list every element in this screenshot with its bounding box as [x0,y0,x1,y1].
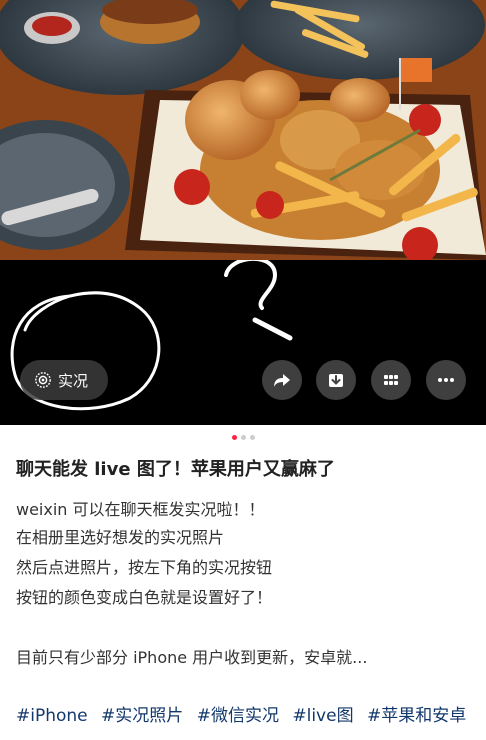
post-body-line: 目前只有少部分 iPhone 用户收到更新，安卓就... [16,648,368,667]
handwritten-annotation [10,256,293,411]
post-photo[interactable] [0,0,486,260]
hashtag-list: #iPhone #实况照片 #微信实况 #live图 #苹果和安卓 [16,702,476,730]
hashtag-link[interactable]: #微信实况 [197,706,279,726]
download-icon [329,374,343,387]
hashtag-link[interactable]: #实况照片 [101,706,183,726]
food-photo-graphic [0,0,486,260]
live-photo-label: 实况 [58,371,89,390]
hashtag-link[interactable]: #iPhone [16,706,88,726]
slide-indicator [0,435,486,440]
download-button[interactable] [316,360,356,400]
grid-icon [384,375,398,385]
slide-dot-active [231,435,237,440]
slide-dot [249,435,255,440]
more-button[interactable] [426,360,466,400]
hashtag-link[interactable]: #苹果和安卓 [367,706,466,726]
grid-button[interactable] [371,360,411,400]
share-button[interactable] [262,360,302,400]
post-title: 聊天能发 live 图了！苹果用户又赢麻了 [16,459,335,480]
share-arrow-icon [274,374,290,387]
photo-black-band [0,256,486,425]
live-photo-icon [35,372,51,388]
live-photo-button[interactable]: 实况 [20,360,108,400]
post-body-line: 按钮的颜色变成白色就是设置好了！ [16,588,273,607]
post-body-line: 在相册里选好想发的实况照片 [16,528,225,547]
post-body-line: weixin 可以在聊天框发实况啦！！ [16,500,265,519]
more-dots-icon [438,378,454,382]
hashtag-link[interactable]: #live图 [292,706,353,726]
post-body-line: 然后点进照片，按左下角的实况按钮 [16,558,273,577]
slide-dot [240,435,246,440]
